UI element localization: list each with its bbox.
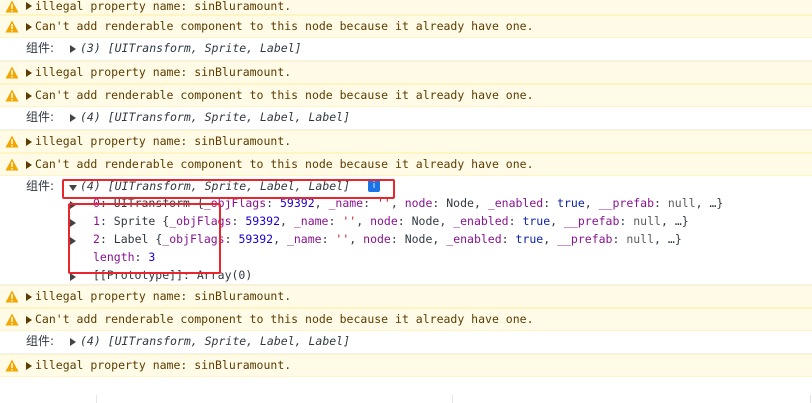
- log-array-value[interactable]: (4) [UITransform, Sprite, Label, Label]: [80, 107, 350, 128]
- warning-triangle-icon: [5, 290, 19, 303]
- warning-message: illegal property name: sinBluramount.: [35, 358, 292, 372]
- warning-triangle-icon: [5, 135, 19, 148]
- warning-message: illegal property name: sinBluramount.: [35, 65, 292, 79]
- info-icon[interactable]: i: [368, 180, 380, 192]
- array-item-text: 2: Label {_objFlags: 59392, _name: '', n…: [93, 232, 682, 246]
- warning-message: Can't add renderable component to this n…: [35, 312, 534, 326]
- array-length: length: 3: [93, 250, 156, 264]
- warning-message: Can't add renderable component to this n…: [35, 157, 534, 171]
- divider: [452, 395, 453, 403]
- warning-triangle-icon: [5, 313, 19, 326]
- length-key: length: [93, 250, 135, 264]
- chevron-right-icon[interactable]: [26, 92, 32, 100]
- array-item[interactable]: 2: Label {_objFlags: 59392, _name: '', n…: [0, 230, 812, 248]
- console-warning-row[interactable]: Can't add renderable component to this n…: [0, 308, 812, 331]
- console-warning-row[interactable]: illegal property name: sinBluramount.: [0, 354, 812, 377]
- log-array-value[interactable]: (3) [UITransform, Sprite, Label]: [80, 38, 302, 59]
- console-log-row-expanded[interactable]: 组件: (4) [UITransform, Sprite, Label, Lab…: [0, 176, 812, 285]
- divider: [810, 395, 811, 403]
- length-value: 3: [148, 250, 156, 264]
- log-label: 组件:: [26, 110, 55, 124]
- warning-message: illegal property name: sinBluramount.: [35, 289, 292, 303]
- console-warning-row[interactable]: illegal property name: sinBluramount.: [0, 130, 812, 153]
- console-log-row[interactable]: 组件: (4) [UITransform, Sprite, Label, Lab…: [0, 107, 812, 130]
- console-warning-row[interactable]: Can't add renderable component to this n…: [0, 15, 812, 38]
- log-label: 组件:: [26, 334, 55, 348]
- warning-message: Can't add renderable component to this n…: [35, 88, 534, 102]
- array-prototype[interactable]: [[Prototype]]: Array(0): [0, 266, 812, 284]
- array-item[interactable]: 1: Sprite {_objFlags: 59392, _name: '', …: [0, 212, 812, 230]
- console-panel: illegal property name: sinBluramount. Ca…: [0, 0, 812, 377]
- array-item[interactable]: 0: UITransform {_objFlags: 59392, _name:…: [0, 194, 812, 212]
- console-log-row[interactable]: 组件: (3) [UITransform, Sprite, Label]: [0, 38, 812, 61]
- warning-triangle-icon: [5, 0, 19, 13]
- chevron-down-icon[interactable]: [69, 185, 77, 191]
- divider: [96, 395, 97, 403]
- log-label: 组件:: [26, 41, 55, 55]
- warning-message: illegal property name: sinBluramount.: [35, 134, 292, 148]
- warning-triangle-icon: [5, 20, 19, 33]
- chevron-right-icon[interactable]: [26, 362, 32, 370]
- warning-triangle-icon: [5, 158, 19, 171]
- chevron-right-icon[interactable]: [26, 161, 32, 169]
- warning-triangle-icon: [5, 89, 19, 102]
- warning-message: Can't add renderable component to this n…: [35, 19, 534, 33]
- prototype-text: [[Prototype]]: Array(0): [93, 268, 253, 282]
- chevron-right-icon[interactable]: [70, 219, 76, 227]
- log-array-value[interactable]: (4) [UITransform, Sprite, Label, Label]: [80, 331, 350, 352]
- warning-triangle-icon: [5, 359, 19, 372]
- console-warning-row[interactable]: illegal property name: sinBluramount.: [0, 285, 812, 308]
- chevron-right-icon[interactable]: [70, 45, 76, 53]
- chevron-right-icon[interactable]: [26, 138, 32, 146]
- chevron-right-icon[interactable]: [70, 114, 76, 122]
- console-warning-row[interactable]: illegal property name: sinBluramount.: [0, 0, 812, 15]
- chevron-right-icon[interactable]: [26, 293, 32, 301]
- chevron-right-icon[interactable]: [70, 273, 76, 281]
- console-warning-row[interactable]: Can't add renderable component to this n…: [0, 84, 812, 107]
- console-warning-row[interactable]: illegal property name: sinBluramount.: [0, 61, 812, 84]
- chevron-right-icon[interactable]: [26, 316, 32, 324]
- console-log-row[interactable]: 组件: (4) [UITransform, Sprite, Label, Lab…: [0, 331, 812, 354]
- warning-message: illegal property name: sinBluramount.: [35, 0, 292, 13]
- chevron-right-icon[interactable]: [26, 2, 32, 10]
- chevron-right-icon[interactable]: [26, 23, 32, 31]
- chevron-right-icon[interactable]: [70, 338, 76, 346]
- warning-triangle-icon: [5, 66, 19, 79]
- array-item-text: 1: Sprite {_objFlags: 59392, _name: '', …: [93, 214, 689, 228]
- console-warning-row[interactable]: Can't add renderable component to this n…: [0, 153, 812, 176]
- chevron-right-icon[interactable]: [70, 237, 76, 245]
- chevron-right-icon[interactable]: [26, 69, 32, 77]
- chevron-right-icon[interactable]: [70, 201, 76, 209]
- array-item-text: 0: UITransform {_objFlags: 59392, _name:…: [93, 196, 724, 210]
